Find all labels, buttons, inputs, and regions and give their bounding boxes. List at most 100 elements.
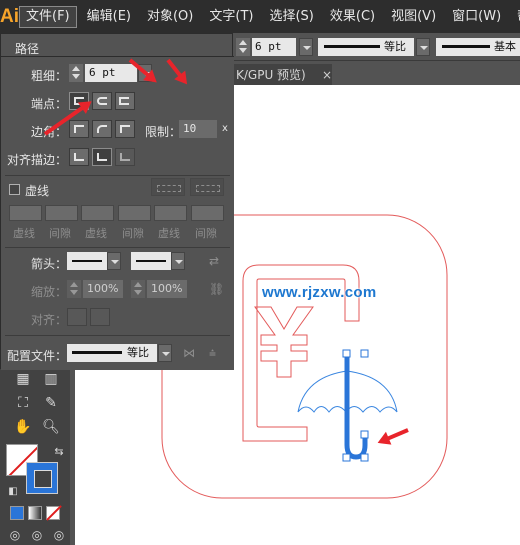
- flip-across-icon[interactable]: ⩮: [209, 346, 216, 361]
- bevel-join-button[interactable]: [115, 120, 135, 138]
- menu-type[interactable]: 文字(T): [203, 6, 259, 28]
- anchor-point[interactable]: [360, 430, 369, 439]
- dashed-line-checkbox[interactable]: [9, 184, 20, 195]
- scale-end-input[interactable]: 100%: [147, 280, 187, 298]
- watermark-text: www.rjzxw.com: [262, 284, 377, 301]
- draw-normal-icon[interactable]: ◎: [4, 524, 26, 545]
- menu-select[interactable]: 选择(S): [263, 6, 319, 28]
- menu-effect[interactable]: 效果(C): [324, 6, 381, 28]
- menu-help[interactable]: 帮: [511, 6, 520, 28]
- stroke-swatch-icon[interactable]: [26, 462, 58, 494]
- draw-behind-icon[interactable]: ◎: [26, 524, 48, 545]
- scale-start-input[interactable]: 100%: [83, 280, 123, 298]
- swap-colors-icon[interactable]: ⇆: [48, 440, 70, 462]
- dash-3-input[interactable]: [154, 205, 187, 221]
- stroke-panel-body: 粗细： 6 pt 端点： 边角： 限制： 10 x 对齐描边： 虚线: [1, 56, 234, 370]
- stroke-weight-spinner[interactable]: [236, 38, 250, 56]
- hand-tool-icon[interactable]: ✋: [12, 416, 34, 438]
- chevron-down-icon[interactable]: [171, 252, 185, 270]
- cap-label: 端点：: [31, 97, 68, 111]
- anchor-point[interactable]: [342, 349, 351, 358]
- divider: [5, 175, 230, 176]
- menu-file[interactable]: 文件(F): [19, 5, 77, 28]
- anchor-point[interactable]: [360, 349, 369, 358]
- gap-1-label: 间隙: [49, 227, 71, 240]
- scale-label: 缩放：: [31, 285, 68, 299]
- brush-label: 基本: [494, 40, 516, 53]
- draw-inside-icon[interactable]: ◎: [48, 524, 70, 545]
- projecting-cap-button[interactable]: [115, 92, 135, 110]
- artboard-tool-icon[interactable]: ⛶: [12, 392, 34, 414]
- menu-object[interactable]: 对象(O): [141, 6, 199, 28]
- graph-tool-icon[interactable]: ▦: [12, 368, 34, 390]
- scale-start-spinner[interactable]: [67, 280, 81, 298]
- align-center-button[interactable]: [69, 148, 89, 166]
- limit-label: 限制：: [145, 125, 182, 139]
- menu-edit[interactable]: 编辑(E): [81, 6, 137, 28]
- gap-1-input[interactable]: [45, 205, 78, 221]
- scale-end-spinner[interactable]: [131, 280, 145, 298]
- weight-input[interactable]: 6 pt: [85, 64, 137, 82]
- tools-panel: ▦ ▥ ⛶ ✎ ✋ 🔍︎ ⇆ ◧ ◎ ◎ ◎: [0, 368, 70, 545]
- limit-input[interactable]: 10: [179, 120, 217, 138]
- profile-select[interactable]: 等比: [67, 344, 157, 362]
- dash-2-label: 虚线: [85, 227, 107, 240]
- profile-select-value: 等比: [127, 346, 149, 359]
- document-tab[interactable]: K/GPU 预览): [232, 64, 332, 86]
- align-arrow-label: 对齐：: [31, 313, 68, 327]
- profile-label: 配置文件：: [7, 349, 68, 363]
- align-stroke-label: 对齐描边：: [7, 153, 68, 167]
- arrow-tip-beyond-button[interactable]: [67, 308, 87, 326]
- weight-spinner[interactable]: [69, 64, 83, 82]
- variable-width-profile-select[interactable]: 等比: [318, 38, 414, 56]
- divider: [5, 247, 230, 248]
- anchor-point[interactable]: [360, 453, 369, 462]
- align-outside-button[interactable]: [115, 148, 135, 166]
- divider: [5, 335, 230, 336]
- gap-3-input[interactable]: [191, 205, 224, 221]
- menu-window[interactable]: 窗口(W): [446, 6, 507, 28]
- umbrella-handle-path[interactable]: [344, 353, 368, 460]
- align-inside-button[interactable]: [92, 148, 112, 166]
- align-dash-button[interactable]: [190, 178, 224, 196]
- menu-view[interactable]: 视图(V): [385, 6, 442, 28]
- app-logo: Ai: [0, 5, 19, 27]
- yen-symbol-shape: [254, 306, 314, 378]
- dash-2-input[interactable]: [81, 205, 114, 221]
- anchor-point[interactable]: [342, 453, 351, 462]
- chevron-down-icon[interactable]: [107, 252, 121, 270]
- line-sample-icon: [324, 45, 380, 48]
- swap-arrowheads-icon[interactable]: ⇄: [209, 254, 219, 268]
- zoom-tool-icon[interactable]: 🔍︎: [40, 416, 62, 438]
- none-mode-icon[interactable]: [46, 505, 62, 521]
- color-mode-icon[interactable]: [10, 506, 24, 520]
- gap-2-label: 间隙: [122, 227, 144, 240]
- default-colors-icon[interactable]: ◧: [2, 480, 24, 502]
- gap-2-input[interactable]: [118, 205, 151, 221]
- brush-definition-select[interactable]: 基本: [436, 38, 520, 56]
- dash-1-input[interactable]: [9, 205, 42, 221]
- link-scale-icon[interactable]: ⛓: [209, 282, 224, 296]
- brush-sample-icon: [442, 45, 490, 48]
- miter-join-button[interactable]: [69, 120, 89, 138]
- close-icon[interactable]: ×: [322, 68, 332, 82]
- dashed-line-label: 虚线: [25, 184, 50, 198]
- line-sample-icon: [72, 260, 102, 262]
- arrow-tip-at-end-button[interactable]: [90, 308, 110, 326]
- preserve-dash-button[interactable]: [151, 178, 185, 196]
- weight-label: 粗细：: [31, 69, 68, 83]
- flip-along-icon[interactable]: ⋈: [183, 346, 195, 360]
- round-join-button[interactable]: [92, 120, 112, 138]
- slice-tool-icon[interactable]: ✎: [40, 392, 62, 414]
- line-sample-icon: [72, 351, 122, 354]
- panel-tab-label: 路径: [15, 42, 40, 56]
- dash-1-label: 虚线: [13, 227, 35, 240]
- chevron-down-icon[interactable]: [158, 344, 172, 362]
- limit-unit: x: [222, 123, 228, 134]
- line-sample-icon: [136, 260, 166, 262]
- stroke-weight-input[interactable]: 6 pt: [252, 38, 296, 56]
- gradient-mode-icon[interactable]: [28, 506, 42, 520]
- chevron-down-icon[interactable]: [299, 38, 313, 56]
- chevron-down-icon[interactable]: [416, 38, 430, 56]
- column-graph-icon[interactable]: ▥: [40, 368, 62, 390]
